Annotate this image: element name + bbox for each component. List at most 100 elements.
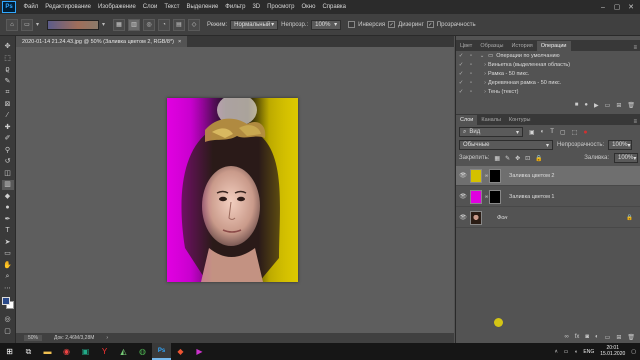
- stop-icon[interactable]: ■: [575, 102, 579, 108]
- link-layers-icon[interactable]: ∞: [564, 334, 568, 340]
- pen-tool-icon[interactable]: ✒: [2, 215, 14, 225]
- crop-tool-icon[interactable]: ⌗: [2, 88, 14, 98]
- menu-file[interactable]: Файл: [20, 4, 42, 10]
- start-button-icon[interactable]: ⊞: [0, 343, 19, 360]
- language-indicator[interactable]: ENG: [583, 349, 594, 355]
- filter-adjustment-icon[interactable]: ◐: [541, 129, 545, 135]
- expand-chevron-icon[interactable]: ›: [476, 71, 488, 77]
- play-icon[interactable]: ▶: [594, 102, 599, 109]
- layer-row[interactable]: 👁 Фон 🔒: [456, 208, 640, 228]
- zoom-tool-icon[interactable]: ⌕: [2, 272, 14, 282]
- layer-thumbnail[interactable]: [470, 210, 482, 225]
- trash-icon[interactable]: 🗑: [627, 102, 635, 109]
- layer-thumbnail[interactable]: [470, 189, 482, 204]
- type-tool-icon[interactable]: T: [2, 226, 14, 236]
- toggle-check-icon[interactable]: ✓: [456, 80, 466, 86]
- dodge-tool-icon[interactable]: ●: [2, 203, 14, 213]
- layer-mask-thumbnail[interactable]: [489, 168, 501, 183]
- layer-name[interactable]: Заливка цветом 2: [509, 173, 554, 179]
- transparency-checkbox[interactable]: ✓: [426, 21, 434, 28]
- tab-swatches[interactable]: Образцы: [476, 41, 507, 51]
- tool-preset-chevron-icon[interactable]: ▾: [36, 21, 44, 28]
- toggle-check-icon[interactable]: ✓: [456, 89, 466, 95]
- drive-icon[interactable]: ◭: [114, 343, 133, 360]
- move-tool-icon[interactable]: ✥: [2, 42, 14, 52]
- path-select-tool-icon[interactable]: ➤: [2, 238, 14, 248]
- dialog-toggle-icon[interactable]: ▫: [466, 53, 476, 59]
- menu-edit[interactable]: Редактирование: [42, 4, 95, 10]
- color-swatches[interactable]: [1, 297, 14, 309]
- filter-pixel-icon[interactable]: ▣: [529, 129, 535, 136]
- invert-checkbox[interactable]: [348, 21, 356, 28]
- presentation-app-icon[interactable]: ◆: [171, 343, 190, 360]
- brush-tool-icon[interactable]: ✐: [2, 134, 14, 144]
- menu-help[interactable]: Справка: [319, 4, 350, 10]
- document-tab[interactable]: 2020-01-14 21.24.43.jpg @ 50% (Заливка ц…: [16, 36, 188, 47]
- more-tools-icon[interactable]: ⋯: [2, 284, 14, 294]
- store-icon[interactable]: ▣: [76, 343, 95, 360]
- network-icon[interactable]: ▭: [564, 349, 569, 355]
- menu-type[interactable]: Текст: [161, 4, 183, 10]
- tab-paths[interactable]: Контуры: [505, 115, 535, 125]
- filter-toggle-icon[interactable]: ●: [583, 129, 587, 136]
- eye-icon[interactable]: 👁: [456, 214, 470, 221]
- blur-tool-icon[interactable]: ◆: [2, 192, 14, 202]
- toggle-check-icon[interactable]: ✓: [456, 62, 466, 68]
- expand-chevron-icon[interactable]: ›: [476, 62, 488, 68]
- eraser-tool-icon[interactable]: ◫: [2, 169, 14, 179]
- eyedropper-tool-icon[interactable]: ⁄: [2, 111, 14, 121]
- action-row[interactable]: ✓ ▫ › Рамка - 50 пикс.: [456, 69, 640, 78]
- close-window-button[interactable]: ✕: [624, 3, 638, 11]
- stamp-tool-icon[interactable]: ⚲: [2, 146, 14, 156]
- angle-gradient-button[interactable]: ◔: [158, 18, 170, 31]
- clock[interactable]: 20:01 15.01.2020: [600, 345, 625, 357]
- layer-row[interactable]: 👁 ∞ Заливка цветом 1: [456, 187, 640, 207]
- layer-mask-thumbnail[interactable]: [489, 189, 501, 204]
- menu-image[interactable]: Изображение: [94, 4, 139, 10]
- volume-icon[interactable]: ◖: [574, 349, 577, 355]
- fill-field[interactable]: 100% ▾: [614, 153, 638, 163]
- tab-layers[interactable]: Слои: [456, 115, 478, 125]
- folder-icon[interactable]: ▭: [605, 102, 611, 109]
- action-row[interactable]: ✓ ▫ › Виньетка (выделенная область): [456, 60, 640, 69]
- status-menu-chevron-icon[interactable]: ›: [106, 335, 108, 341]
- healing-brush-tool-icon[interactable]: ✚: [2, 123, 14, 133]
- canvas-area[interactable]: [16, 47, 454, 333]
- layer-filter-select[interactable]: ⌕ Вид ▾: [459, 127, 523, 137]
- tab-actions[interactable]: Операции: [536, 41, 571, 51]
- shape-tool-icon[interactable]: ▭: [2, 249, 14, 259]
- document-canvas[interactable]: [167, 98, 298, 282]
- foreground-color-swatch[interactable]: [1, 297, 10, 305]
- lock-all-icon[interactable]: 🔒: [535, 155, 542, 162]
- layer-name[interactable]: Фон: [497, 215, 507, 221]
- gradient-editor-icon[interactable]: ▦: [113, 18, 125, 31]
- hand-tool-icon[interactable]: ✋: [2, 261, 14, 271]
- toggle-check-icon[interactable]: ✓: [456, 71, 466, 77]
- trash-icon[interactable]: 🗑: [627, 334, 635, 341]
- dialog-toggle-icon[interactable]: ▫: [466, 89, 476, 95]
- filter-type-icon[interactable]: T: [550, 129, 554, 135]
- eye-icon[interactable]: 👁: [456, 193, 470, 200]
- filter-shape-icon[interactable]: ▢: [560, 129, 566, 136]
- new-action-icon[interactable]: ⊞: [616, 102, 621, 109]
- group-icon[interactable]: ▭: [605, 334, 611, 341]
- quick-mask-icon[interactable]: ◎: [2, 315, 14, 325]
- dither-checkbox[interactable]: ✓: [388, 21, 396, 28]
- eye-icon[interactable]: 👁: [456, 172, 470, 179]
- dialog-toggle-icon[interactable]: ▫: [466, 71, 476, 77]
- lock-artboard-icon[interactable]: ⊡: [525, 155, 530, 162]
- zoom-level-field[interactable]: 50%: [24, 335, 43, 341]
- menu-window[interactable]: Окно: [298, 4, 319, 10]
- gradient-picker-chevron-icon[interactable]: ▾: [102, 21, 110, 28]
- layer-thumbnail[interactable]: [470, 168, 482, 183]
- new-layer-icon[interactable]: ⊞: [616, 334, 621, 341]
- close-tab-icon[interactable]: ×: [178, 39, 181, 45]
- photoshop-logo[interactable]: Ps: [2, 1, 16, 13]
- expand-chevron-icon[interactable]: ›: [476, 80, 488, 86]
- gradient-tool-icon[interactable]: ▭: [21, 18, 33, 31]
- video-app-icon[interactable]: ▶: [190, 343, 209, 360]
- home-icon[interactable]: ⌂: [6, 18, 18, 31]
- expand-chevron-icon[interactable]: ›: [476, 89, 488, 95]
- tab-history[interactable]: История: [507, 41, 536, 51]
- reflected-gradient-button[interactable]: ▤: [173, 18, 185, 31]
